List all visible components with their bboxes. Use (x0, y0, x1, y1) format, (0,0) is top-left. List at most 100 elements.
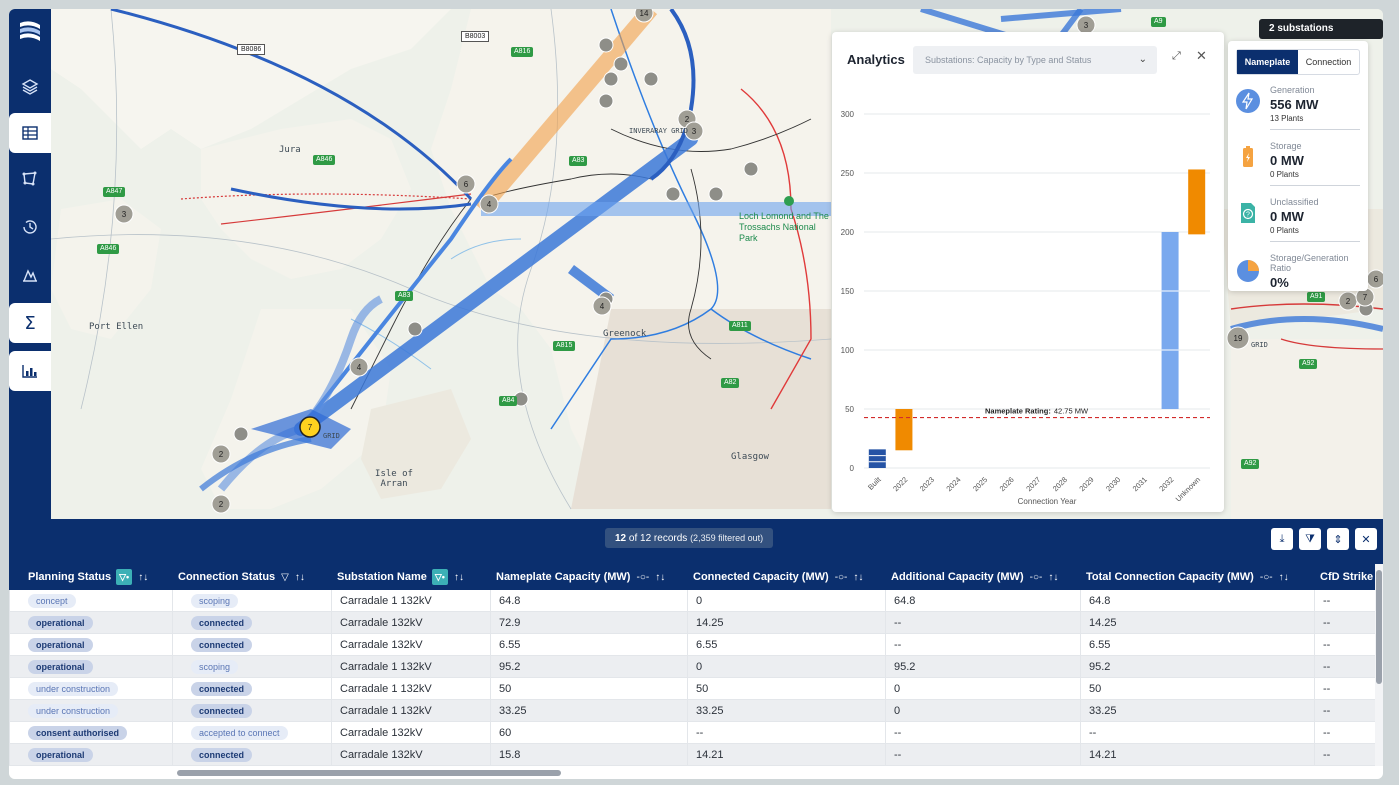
table-cell-total: 95.2 (1080, 656, 1314, 678)
table-cell-name: Carradale 1 132kV (331, 656, 490, 678)
sort-icon[interactable]: ↑↓ (138, 565, 148, 591)
logo-icon (20, 21, 40, 41)
table-row[interactable]: operational connected Carradale 132kV 15.8 1… (9, 744, 1375, 766)
sigma-button[interactable]: Σ (9, 303, 51, 343)
filter-icon[interactable]: ▽ (281, 565, 289, 591)
status-badge: operational (28, 660, 93, 674)
table-cell-cfd: -- (1314, 656, 1375, 678)
map-label-arran: Isle of Arran (375, 469, 413, 489)
table-cell-additional: -- (885, 722, 1080, 744)
road-label: A84 (499, 396, 518, 406)
sort-icon[interactable]: ↑↓ (454, 565, 464, 591)
road-label: A847 (103, 187, 126, 197)
app-window: Σ 3 6 4 2 3 4 4 7 2 2 19 2 7 14 3 6 Jura… (9, 9, 1383, 779)
table-cell-nameplate: 15.8 (490, 744, 687, 766)
y-tick-label: 300 (841, 110, 855, 119)
column-header-cfd[interactable]: CfD Strike (1320, 564, 1375, 590)
table-cell-connected: 14.21 (687, 744, 885, 766)
reference-label-value: 42.75 MW (1054, 407, 1089, 416)
table-cell-nameplate: 33.25 (490, 700, 687, 722)
column-header-total[interactable]: Total Connection Capacity (MW) -○- ↑↓ (1086, 564, 1289, 590)
sidebar: Σ (9, 9, 51, 519)
table-row[interactable]: operational connected Carradale 132kV 6.55 6… (9, 634, 1375, 656)
table-cell-name: Carradale 132kV (331, 722, 490, 744)
filter-active-icon[interactable]: ▽• (116, 569, 133, 585)
column-header-additional[interactable]: Additional Capacity (MW) -○- ↑↓ (891, 564, 1058, 590)
stat-value: 0 MW (1270, 209, 1304, 224)
table-row[interactable]: under construction connected Carradale 1 1… (9, 678, 1375, 700)
download-button[interactable]: ⤓ (1271, 528, 1293, 550)
expand-icon[interactable]: ⤢ (1172, 50, 1181, 63)
stat-ratio: Storage/Generation Ratio 0% (1236, 253, 1360, 291)
table-row[interactable]: operational scoping Carradale 1 132kV 95.2 0… (9, 656, 1375, 678)
table-cell-cfd: -- (1314, 700, 1375, 722)
table-cell-cfd: -- (1314, 590, 1375, 612)
table-row[interactable]: under construction connected Carradale 1 1… (9, 700, 1375, 722)
sort-icon[interactable]: ↑↓ (655, 565, 665, 591)
range-filter-icon[interactable]: -○- (835, 565, 848, 591)
chart-bar (1188, 169, 1206, 235)
close-table-button[interactable]: ✕ (1355, 528, 1377, 550)
road-label: A92 (1241, 459, 1260, 469)
polygon-button[interactable] (9, 159, 51, 199)
map-label-port-ellen: Port Ellen (89, 322, 144, 332)
column-header-planning[interactable]: Planning Status ▽• ↑↓ (28, 564, 148, 590)
sort-icon[interactable]: ↑↓ (1279, 565, 1289, 591)
summary-card: Nameplate Connection Generation 556 MW 1… (1228, 41, 1368, 291)
table-row[interactable]: operational connected Carradale 132kV 72.9 1… (9, 612, 1375, 634)
range-filter-icon[interactable]: -○- (1030, 565, 1043, 591)
sort-icon[interactable]: ↑↓ (853, 565, 863, 591)
close-icon[interactable]: ✕ (1196, 48, 1207, 64)
horizontal-scrollbar[interactable] (9, 766, 1383, 779)
analytics-button[interactable] (9, 351, 51, 391)
column-header-nameplate[interactable]: Nameplate Capacity (MW) -○- ↑↓ (496, 564, 665, 590)
range-filter-icon[interactable]: -○- (1260, 565, 1273, 591)
history-button[interactable] (9, 207, 51, 247)
tab-connection[interactable]: Connection (1298, 50, 1359, 74)
table-toolbar: 12 of 12 records (2,359 filtered out) ⤓ … (9, 519, 1383, 564)
table-cell-total: 14.25 (1080, 612, 1314, 634)
map-label-glasgow: Glasgow (731, 452, 769, 462)
profile-button[interactable] (9, 255, 51, 295)
analytics-panel: Analytics Substations: Capacity by Type … (832, 32, 1224, 512)
column-header-connection[interactable]: Connection Status ▽ ↑↓ (178, 564, 305, 590)
vertical-scrollbar[interactable] (1375, 564, 1383, 766)
status-badge: operational (28, 616, 93, 630)
table-cell-name: Carradale 132kV (331, 612, 490, 634)
analytics-dropdown[interactable]: Substations: Capacity by Type and Status… (913, 46, 1157, 74)
svg-text:7: 7 (308, 423, 313, 432)
svg-text:?: ? (1246, 212, 1250, 219)
reference-label-bold: Nameplate Rating: (985, 407, 1051, 416)
sort-icon[interactable]: ↑↓ (295, 565, 305, 591)
range-filter-icon[interactable]: -○- (636, 565, 649, 591)
table-cell-nameplate: 95.2 (490, 656, 687, 678)
row-height-button[interactable]: ⇕ (1327, 528, 1349, 550)
table-row[interactable]: concept scoping Carradale 1 132kV 64.8 0 64.8… (9, 590, 1375, 612)
column-header-substation[interactable]: Substation Name ▽• ↑↓ (337, 564, 464, 590)
clear-filter-button[interactable]: ⧩ (1299, 528, 1321, 550)
scroll-thumb[interactable] (1376, 570, 1382, 684)
filter-active-icon[interactable]: ▽• (431, 569, 448, 585)
road-label: A815 (553, 341, 576, 351)
stat-label: Storage/Generation Ratio (1270, 253, 1349, 273)
status-badge: operational (28, 748, 93, 762)
column-header-connected[interactable]: Connected Capacity (MW) -○- ↑↓ (693, 564, 863, 590)
table-cell-cfd: -- (1314, 634, 1375, 656)
x-tick-label: 2023 (918, 475, 936, 493)
stat-generation: Generation 556 MW 13 Plants (1236, 85, 1360, 135)
chart-bar (1161, 232, 1179, 409)
road-label: B8003 (461, 31, 490, 42)
table-cell-additional: -- (885, 744, 1080, 766)
table-cell-connected: 0 (687, 590, 885, 612)
table-cell-nameplate: 64.8 (490, 590, 687, 612)
scroll-thumb[interactable] (177, 770, 561, 776)
sort-icon[interactable]: ↑↓ (1048, 565, 1058, 591)
stat-label: Storage (1270, 141, 1302, 151)
table-button[interactable] (9, 113, 51, 153)
selection-badge: 2 substations selected (1259, 19, 1383, 54)
table-row[interactable]: consent authorised accepted to connect Car… (9, 722, 1375, 744)
tab-nameplate[interactable]: Nameplate (1237, 50, 1298, 74)
layers-button[interactable] (9, 67, 51, 107)
stat-label: Generation (1270, 85, 1315, 95)
table-cell-planning: operational (9, 612, 172, 634)
